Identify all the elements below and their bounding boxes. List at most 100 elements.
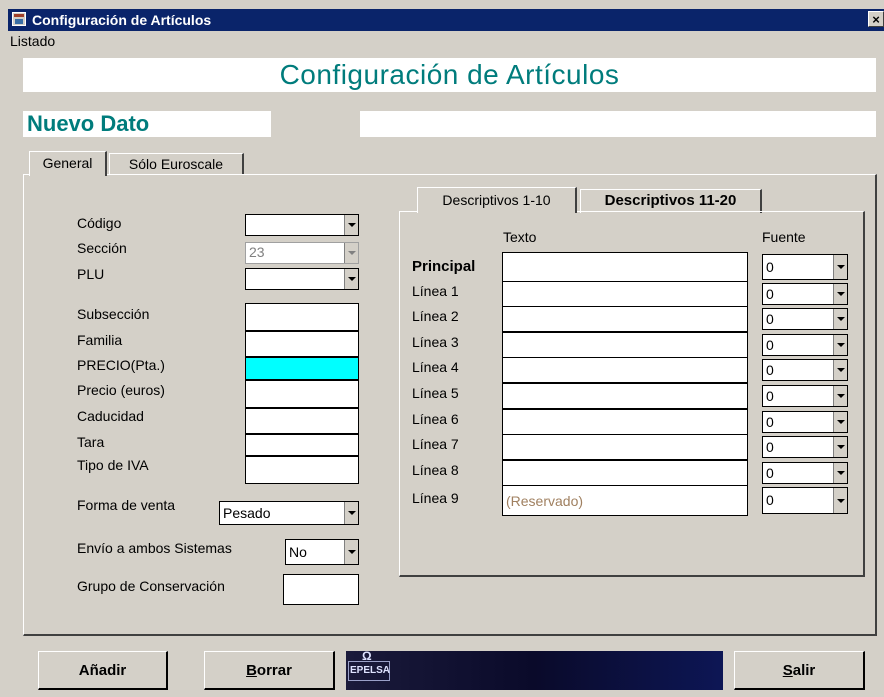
- desc-fuente-select[interactable]: 0: [762, 283, 848, 305]
- desc-row-label: Línea 5: [412, 385, 459, 401]
- chevron-down-icon[interactable]: [833, 284, 847, 304]
- desc-texto-field[interactable]: [502, 252, 748, 282]
- desc-fuente-value: 0: [766, 414, 774, 430]
- desc-row-label: Principal: [412, 258, 476, 275]
- close-button[interactable]: ×: [868, 11, 884, 27]
- desc-fuente-value: 0: [766, 362, 774, 378]
- tara-field[interactable]: [245, 434, 359, 456]
- chevron-down-icon[interactable]: [344, 502, 358, 524]
- borrar-button[interactable]: Borrar: [204, 651, 335, 690]
- chevron-down-icon[interactable]: [344, 540, 358, 564]
- desc-row-label: Línea 4: [412, 359, 459, 375]
- desc-fuente-value: 0: [766, 388, 774, 404]
- precio-pta-label: PRECIO(Pta.): [77, 357, 165, 373]
- chevron-down-icon[interactable]: [833, 360, 847, 380]
- desc-fuente-select[interactable]: 0: [762, 487, 848, 514]
- desc-fuente-select[interactable]: 0: [762, 411, 848, 433]
- desc-fuente-value: 0: [766, 259, 774, 275]
- tab-general[interactable]: General: [29, 151, 107, 176]
- borrar-accel: B: [246, 662, 257, 679]
- seccion-label: Sección: [77, 240, 127, 256]
- nuevo-dato-label: Nuevo Dato: [23, 111, 271, 137]
- chevron-down-icon[interactable]: [833, 309, 847, 329]
- desc-texto-field[interactable]: [502, 383, 748, 409]
- tab-descriptivos-11-20[interactable]: Descriptivos 11-20: [580, 189, 762, 213]
- seccion-value: 23: [249, 244, 265, 260]
- desc-fuente-select[interactable]: 0: [762, 334, 848, 356]
- app-icon: [12, 12, 26, 26]
- desc-row-label: Línea 7: [412, 436, 459, 452]
- chevron-down-icon[interactable]: [833, 437, 847, 457]
- desc-fuente-select[interactable]: 0: [762, 308, 848, 330]
- desc-texto-field[interactable]: [502, 460, 748, 486]
- chevron-down-icon[interactable]: [833, 335, 847, 355]
- menu-listado[interactable]: Listado: [10, 33, 55, 49]
- desc-fuente-value: 0: [766, 337, 774, 353]
- chevron-down-icon[interactable]: [833, 463, 847, 483]
- tipo-iva-field[interactable]: [245, 456, 359, 484]
- codigo-select[interactable]: [245, 214, 359, 236]
- envio-select[interactable]: No: [285, 539, 359, 565]
- epelsa-logo: Ω EPELSA: [346, 649, 723, 690]
- chevron-down-icon[interactable]: [833, 386, 847, 406]
- salir-accel: S: [782, 662, 793, 679]
- desc-texto-field[interactable]: [502, 434, 748, 460]
- chevron-down-icon[interactable]: [833, 488, 847, 513]
- desc-texto-field[interactable]: [502, 306, 748, 332]
- subseccion-label: Subsección: [77, 306, 150, 322]
- tara-label: Tara: [77, 434, 105, 450]
- desc-fuente-value: 0: [766, 311, 774, 327]
- desc-texto-field[interactable]: [502, 409, 748, 435]
- tab-solo-euroscale[interactable]: Sólo Euroscale: [109, 153, 244, 175]
- desc-fuente-select[interactable]: 0: [762, 385, 848, 407]
- logo-symbol: Ω: [362, 649, 372, 663]
- desc-row-label: Línea 6: [412, 411, 459, 427]
- envio-label: Envío a ambos Sistemas: [77, 540, 232, 556]
- salir-button[interactable]: Salir: [734, 651, 865, 690]
- chevron-down-icon[interactable]: [833, 412, 847, 432]
- desc-fuente-select[interactable]: 0: [762, 462, 848, 484]
- precio-pta-field[interactable]: [245, 357, 359, 380]
- subseccion-field[interactable]: [245, 303, 359, 331]
- fuente-header: Fuente: [762, 229, 806, 245]
- desc-fuente-value: 0: [766, 439, 774, 455]
- desc-texto-field[interactable]: [502, 281, 748, 307]
- tab-descriptivos-1-10[interactable]: Descriptivos 1-10: [417, 187, 577, 213]
- desc-row-label: Línea 2: [412, 308, 459, 324]
- chevron-down-icon[interactable]: [344, 269, 358, 289]
- caducidad-label: Caducidad: [77, 408, 144, 424]
- chevron-down-icon: [344, 243, 358, 263]
- desc-fuente-select[interactable]: 0: [762, 359, 848, 381]
- desc-fuente-value: 0: [766, 465, 774, 481]
- desc-row-label: Línea 3: [412, 334, 459, 350]
- chevron-down-icon[interactable]: [833, 255, 847, 279]
- desc-texto-field[interactable]: (Reservado): [502, 485, 748, 516]
- desc-texto-field[interactable]: [502, 357, 748, 383]
- texto-header: Texto: [503, 229, 537, 245]
- desc-row-label: Línea 1: [412, 283, 459, 299]
- familia-label: Familia: [77, 332, 123, 348]
- chevron-down-icon[interactable]: [344, 215, 358, 235]
- anadir-button[interactable]: Añadir: [38, 651, 168, 690]
- desc-fuente-select[interactable]: 0: [762, 254, 848, 280]
- precio-euros-field[interactable]: [245, 380, 359, 408]
- desc-fuente-select[interactable]: 0: [762, 436, 848, 458]
- forma-venta-select[interactable]: Pesado: [219, 501, 359, 525]
- codigo-label: Código: [77, 215, 122, 231]
- caducidad-field[interactable]: [245, 408, 359, 434]
- borrar-label: orrar: [256, 662, 292, 679]
- plu-select[interactable]: [245, 268, 359, 290]
- nuevo-dato-field[interactable]: [360, 111, 876, 137]
- tipo-iva-label: Tipo de IVA: [77, 457, 149, 473]
- familia-field[interactable]: [245, 331, 359, 357]
- precio-euros-label: Precio (euros): [77, 382, 165, 398]
- logo-text: EPELSA: [350, 665, 391, 676]
- page-title: Configuración de Artículos: [23, 58, 876, 92]
- grupo-conservacion-label: Grupo de Conservación: [77, 578, 225, 594]
- grupo-conservacion-field[interactable]: [283, 574, 359, 605]
- desc-row-label: Línea 8: [412, 462, 459, 478]
- salir-label: alir: [792, 662, 816, 679]
- desc-texto-field[interactable]: [502, 332, 748, 358]
- forma-venta-value: Pesado: [223, 505, 271, 521]
- plu-label: PLU: [77, 266, 105, 282]
